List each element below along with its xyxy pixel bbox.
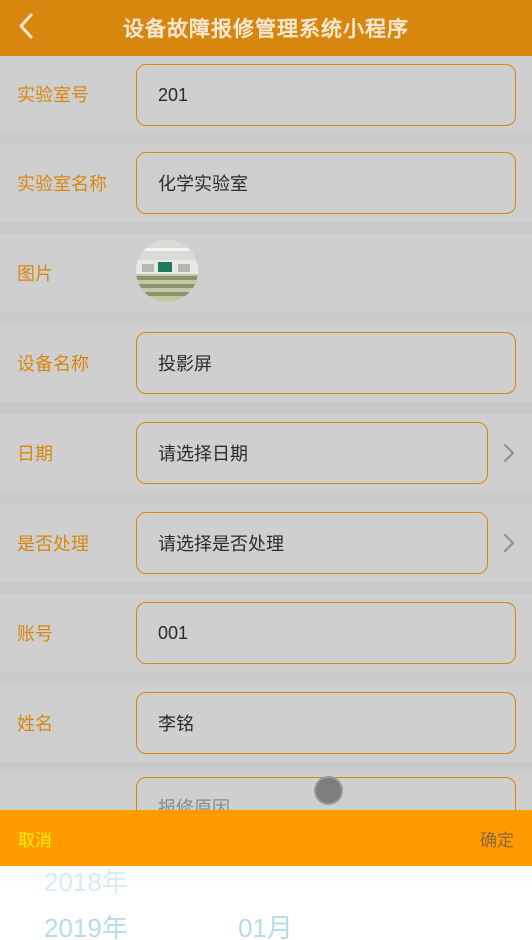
repair-form: 实验室号 201 实验室名称 化学实验室 图片 设备名称 投影屏 日期 请选择日… (0, 56, 532, 774)
picker-cancel-button[interactable]: 取消 (18, 826, 52, 851)
device-name-input[interactable]: 投影屏 (136, 332, 516, 394)
date-chevron-button[interactable] (500, 441, 518, 465)
chevron-left-icon (19, 13, 33, 39)
chevron-right-icon (504, 444, 514, 462)
page-title: 设备故障报修管理系统小程序 (123, 18, 409, 41)
image-label: 图片 (17, 264, 53, 284)
picker-confirm-button[interactable]: 确定 (480, 826, 514, 851)
classroom-photo (136, 240, 198, 302)
form-row-reason: 报修原因 (0, 772, 532, 837)
lab-name-label: 实验室名称 (17, 174, 107, 194)
floating-drag-handle[interactable] (314, 776, 343, 805)
form-row-date: 日期 请选择日期 (0, 414, 532, 492)
account-label: 账号 (17, 624, 53, 644)
form-row-lab-no: 实验室号 201 (0, 56, 532, 132)
date-picker-field[interactable]: 请选择日期 (136, 422, 488, 484)
form-row-name: 姓名 李铭 (0, 684, 532, 762)
picker-year-prev[interactable]: 2018年 (44, 866, 128, 899)
device-name-label: 设备名称 (17, 354, 89, 374)
date-picker-wheel[interactable]: 2018年 2019年 01月 (0, 866, 532, 940)
date-label: 日期 (17, 444, 53, 464)
handled-picker-field[interactable]: 请选择是否处理 (136, 512, 488, 574)
picker-month-selected[interactable]: 01月 (238, 908, 293, 940)
form-row-handled: 是否处理 请选择是否处理 (0, 504, 532, 582)
form-row-lab-name: 实验室名称 化学实验室 (0, 144, 532, 222)
lab-no-label: 实验室号 (17, 85, 89, 105)
top-bar: 设备故障报修管理系统小程序 (0, 0, 532, 56)
back-button[interactable] (12, 12, 40, 40)
account-input[interactable]: 001 (136, 602, 516, 664)
name-label: 姓名 (17, 714, 53, 734)
handled-chevron-button[interactable] (500, 531, 518, 555)
picker-year-selected[interactable]: 2019年 (44, 908, 128, 940)
form-row-image: 图片 (0, 234, 532, 312)
lab-no-input[interactable]: 201 (136, 64, 516, 126)
form-row-device-name: 设备名称 投影屏 (0, 324, 532, 402)
name-input[interactable]: 李铭 (136, 692, 516, 754)
lab-thumbnail-image[interactable] (136, 240, 198, 302)
picker-toolbar: 取消 确定 (0, 810, 532, 866)
chevron-right-icon (504, 534, 514, 552)
handled-label: 是否处理 (17, 534, 89, 554)
form-row-account: 账号 001 (0, 594, 532, 672)
lab-name-input[interactable]: 化学实验室 (136, 152, 516, 214)
